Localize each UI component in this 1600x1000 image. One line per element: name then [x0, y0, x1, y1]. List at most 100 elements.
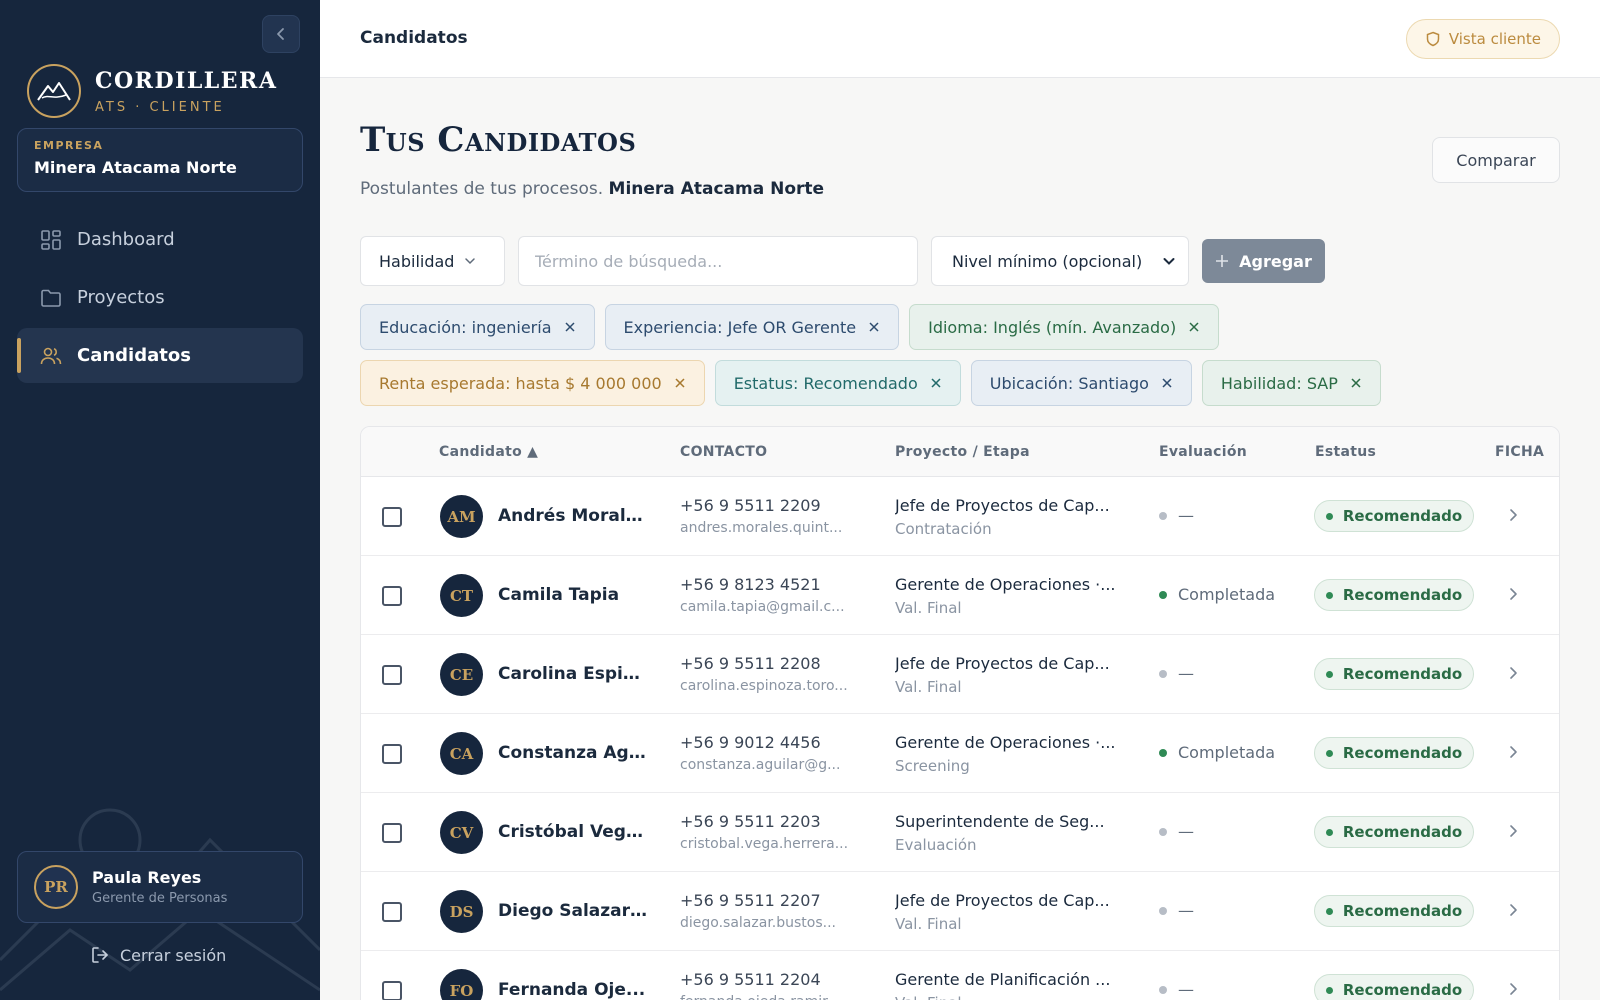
chevron-right-icon[interactable]: [1506, 982, 1520, 996]
evaluation-dot-icon: [1159, 669, 1167, 678]
chevron-right-icon[interactable]: [1506, 903, 1520, 917]
chevron-right-icon[interactable]: [1506, 587, 1520, 601]
sidebar: CORDILLERA ATS · CLIENTE EMPRESA Minera …: [0, 0, 320, 1000]
user-card[interactable]: PR Paula Reyes Gerente de Personas: [17, 851, 303, 923]
table-row[interactable]: AM Andrés Morale... +56 9 5511 2209 andres.…: [361, 478, 1559, 556]
candidate-project: Jefe de Proyectos de Cap...: [895, 496, 1110, 515]
add-filter-label: Agregar: [1239, 251, 1312, 271]
candidate-email: cristobal.vega.herrera...: [680, 836, 849, 852]
evaluation-dot-icon: [1159, 906, 1167, 915]
candidate-stage: Val. Final: [895, 678, 962, 696]
close-icon[interactable]: [1161, 377, 1173, 389]
close-icon[interactable]: [674, 377, 686, 389]
evaluation-label: —: [1178, 901, 1194, 920]
search-input[interactable]: [518, 236, 918, 286]
candidate-phone: +56 9 5511 2203: [680, 812, 821, 831]
filter-chip: Renta esperada: hasta $ 4 000 000: [360, 360, 705, 406]
row-checkbox[interactable]: [382, 507, 402, 527]
avatar: PR: [34, 865, 78, 909]
candidate-project: Gerente de Planificación ...: [895, 970, 1111, 989]
users-icon: [39, 344, 63, 368]
min-level-value: Nivel mínimo (opcional): [952, 251, 1143, 271]
client-view-button[interactable]: Vista cliente: [1405, 19, 1560, 59]
sidebar-item-candidates[interactable]: Candidatos: [17, 328, 303, 383]
row-checkbox[interactable]: [382, 744, 402, 764]
chevron-right-icon[interactable]: [1506, 508, 1520, 522]
close-icon[interactable]: [930, 377, 942, 389]
sidebar-item-projects[interactable]: Proyectos: [17, 270, 303, 325]
mountain-logo-icon: [27, 64, 81, 118]
compare-button[interactable]: Comparar: [1432, 137, 1560, 183]
logout-button[interactable]: Cerrar sesión: [90, 945, 226, 965]
candidate-stage: Val. Final: [895, 994, 962, 1000]
evaluation-status: —: [1159, 901, 1194, 920]
row-checkbox[interactable]: [382, 665, 402, 685]
candidate-stage: Contratación: [895, 520, 992, 538]
evaluation-label: —: [1178, 822, 1194, 841]
filter-chip: Ubicación: Santiago: [970, 360, 1192, 406]
chevron-right-icon[interactable]: [1506, 745, 1520, 759]
filter-chip: Idioma: Inglés (mín. Avanzado): [909, 304, 1220, 350]
filter-chip-label: Experiencia: Jefe OR Gerente: [623, 317, 857, 337]
table-row[interactable]: CV Cristóbal Vega... +56 9 5511 2203 cristo…: [361, 794, 1559, 872]
evaluation-label: —: [1178, 506, 1194, 525]
avatar: DS: [440, 890, 483, 933]
sidebar-item-dashboard[interactable]: Dashboard: [17, 212, 303, 267]
close-icon[interactable]: [1350, 377, 1362, 389]
avatar: CA: [440, 732, 483, 775]
evaluation-dot-icon: [1159, 985, 1167, 994]
add-filter-button[interactable]: Agregar: [1202, 239, 1325, 283]
candidate-email: carolina.espinoza.toro...: [680, 678, 848, 694]
evaluation-label: Completada: [1178, 743, 1276, 762]
min-level-select[interactable]: Nivel mínimo (opcional): [931, 236, 1189, 286]
filter-type-select[interactable]: Habilidad: [360, 236, 505, 286]
chevron-right-icon[interactable]: [1506, 666, 1520, 680]
collapse-sidebar-button[interactable]: [262, 15, 300, 53]
company-label: EMPRESA: [34, 139, 104, 152]
row-checkbox[interactable]: [382, 902, 402, 922]
table-row[interactable]: CE Carolina Espin... +56 9 5511 2208 caroli…: [361, 636, 1559, 714]
status-label: Recomendado: [1342, 744, 1463, 762]
row-checkbox[interactable]: [382, 823, 402, 843]
logout-icon: [90, 945, 110, 965]
table-row[interactable]: FO Fernanda Oje... +56 9 5511 2204 fernanda…: [361, 952, 1559, 1000]
candidates-table: Candidato ▲ CONTACTO Proyecto / Etapa Ev…: [360, 426, 1560, 1000]
status-badge: Recomendado: [1314, 737, 1474, 769]
chevron-down-icon: [464, 255, 476, 267]
shield-icon: [1425, 31, 1441, 47]
evaluation-label: —: [1178, 664, 1194, 683]
column-header-status: Estatus: [1315, 444, 1377, 460]
chevron-right-icon[interactable]: [1506, 824, 1520, 838]
filter-chip: Educación: ingeniería: [360, 304, 595, 350]
page-subtitle-company: Minera Atacama Norte: [608, 179, 825, 199]
status-badge: Recomendado: [1314, 500, 1474, 532]
evaluation-status: —: [1159, 506, 1194, 525]
candidate-email: camila.tapia@gmail.c...: [680, 599, 845, 615]
candidate-project: Jefe de Proyectos de Cap...: [895, 654, 1110, 673]
column-header-file: FICHA: [1495, 444, 1545, 460]
row-checkbox[interactable]: [382, 981, 402, 1000]
close-icon[interactable]: [1188, 321, 1200, 333]
close-icon[interactable]: [564, 321, 576, 333]
filter-chip: Experiencia: Jefe OR Gerente: [604, 304, 900, 350]
filter-chip-row: Educación: ingeniería Experiencia: Jefe …: [360, 304, 1560, 350]
filter-chip-label: Ubicación: Santiago: [989, 373, 1149, 393]
table-row[interactable]: CT Camila Tapia +56 9 8123 4521 camila.tapi…: [361, 557, 1559, 635]
company-card: EMPRESA Minera Atacama Norte: [17, 128, 303, 192]
close-icon[interactable]: [868, 321, 880, 333]
candidate-phone: +56 9 5511 2207: [680, 891, 821, 910]
filter-chip-label: Idioma: Inglés (mín. Avanzado): [928, 317, 1177, 337]
table-row[interactable]: DS Diego Salazar ... +56 9 5511 2207 diego.…: [361, 873, 1559, 951]
column-header-project: Proyecto / Etapa: [895, 444, 1030, 460]
evaluation-dot-icon: [1159, 748, 1167, 757]
status-dot-icon: [1325, 907, 1333, 915]
column-header-candidate[interactable]: Candidato ▲: [439, 444, 538, 460]
sidebar-nav: Dashboard Proyectos Candidatos: [17, 212, 303, 386]
avatar: CE: [440, 653, 483, 696]
table-row[interactable]: CA Constanza Ag... +56 9 9012 4456 constanz…: [361, 715, 1559, 793]
evaluation-label: Completada: [1178, 585, 1276, 604]
brand: CORDILLERA ATS · CLIENTE: [27, 64, 277, 118]
row-checkbox[interactable]: [382, 586, 402, 606]
column-header-evaluation: Evaluación: [1159, 444, 1248, 460]
candidate-phone: +56 9 5511 2209: [680, 496, 821, 515]
